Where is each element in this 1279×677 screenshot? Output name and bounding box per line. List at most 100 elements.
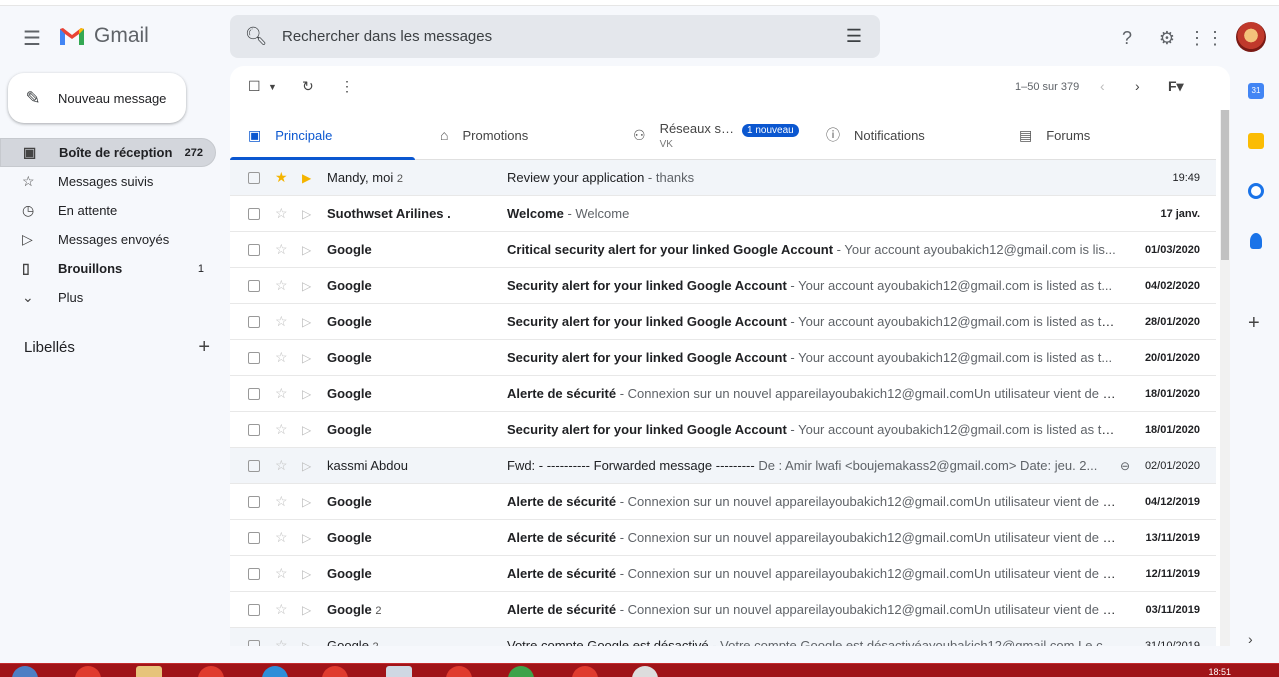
folder-icon[interactable]	[136, 666, 162, 677]
sidebar-item-starred[interactable]: ☆ Messages suivis	[0, 167, 216, 196]
add-label-icon[interactable]: +	[198, 336, 210, 359]
compose-button[interactable]: ✎ Nouveau message	[8, 73, 186, 123]
star-icon[interactable]: ☆	[275, 241, 288, 258]
important-marker-icon[interactable]: ▶	[302, 171, 311, 185]
row-checkbox[interactable]	[248, 459, 260, 472]
important-marker-icon[interactable]: ▷	[302, 351, 311, 365]
hamburger-menu-icon[interactable]: ☰	[20, 26, 44, 50]
email-row[interactable]: ☆ ▷ Google 2 Votre compte Google est désact…	[230, 628, 1216, 646]
keep-icon[interactable]	[1248, 133, 1264, 149]
email-row[interactable]: ☆ ▷ kassmi Abdou Fwd: - ---------- Forward…	[230, 448, 1216, 484]
sidebar-item-more[interactable]: ⌄ Plus	[0, 283, 216, 312]
tab-social[interactable]: ⚇ Réseaux s… 1 nouveau VK	[633, 110, 799, 160]
prev-page-icon[interactable]: ‹	[1100, 78, 1105, 94]
taskbar-app-icon[interactable]	[386, 666, 412, 677]
next-page-icon[interactable]: ›	[1135, 78, 1140, 94]
email-row[interactable]: ☆ ▷ Google 2 Alerte de sécurité - Connexion…	[230, 592, 1216, 628]
settings-gear-icon[interactable]: ⚙	[1155, 26, 1179, 50]
search-options-icon[interactable]: ☰	[828, 26, 880, 47]
sidebar-item-snoozed[interactable]: ◷ En attente	[0, 196, 216, 225]
apps-grid-icon[interactable]: ⋮⋮	[1188, 26, 1224, 50]
email-row[interactable]: ☆ ▷ Google Critical security alert for you…	[230, 232, 1216, 268]
important-marker-icon[interactable]: ▷	[302, 387, 311, 401]
email-row[interactable]: ☆ ▷ Google Security alert for your linked …	[230, 412, 1216, 448]
sidebar-item-inbox[interactable]: ▣ Boîte de réception 272	[0, 138, 216, 167]
input-tools-icon[interactable]: F▾	[1168, 78, 1184, 95]
important-marker-icon[interactable]: ▷	[302, 459, 311, 473]
avatar[interactable]	[1236, 22, 1266, 52]
important-marker-icon[interactable]: ▷	[302, 315, 311, 329]
expand-panel-icon[interactable]: ›	[1248, 631, 1253, 647]
row-checkbox[interactable]	[248, 351, 260, 364]
email-row[interactable]: ☆ ▷ Google Security alert for your linked …	[230, 304, 1216, 340]
row-checkbox[interactable]	[248, 423, 260, 436]
email-row[interactable]: ☆ ▷ Suothwset Arilines . Welcome - Welcome…	[230, 196, 1216, 232]
star-icon[interactable]: ☆	[275, 421, 288, 438]
email-row[interactable]: ☆ ▷ Google Alerte de sécurité - Connexion …	[230, 556, 1216, 592]
attachment-icon[interactable]: ⊖	[1120, 459, 1130, 473]
star-icon[interactable]: ☆	[275, 349, 288, 366]
email-row[interactable]: ☆ ▷ Google Alerte de sécurité - Connexion …	[230, 484, 1216, 520]
search-input[interactable]: Rechercher dans les messages	[282, 28, 828, 45]
chrome-icon[interactable]	[322, 666, 348, 677]
sidebar-item-sent[interactable]: ▷ Messages envoyés	[0, 225, 216, 254]
search-icon[interactable]: 🔍︎	[230, 26, 282, 47]
taskbar-app-icon[interactable]	[632, 666, 658, 677]
important-marker-icon[interactable]: ▷	[302, 207, 311, 221]
tab-promotions[interactable]: ⌂ Promotions	[440, 110, 528, 160]
tab-forums[interactable]: ▤ Forums	[1019, 110, 1090, 160]
row-checkbox[interactable]	[248, 279, 260, 292]
help-icon[interactable]: ?	[1115, 26, 1139, 50]
important-marker-icon[interactable]: ▷	[302, 423, 311, 437]
taskbar-app-icon[interactable]	[508, 666, 534, 677]
email-row[interactable]: ☆ ▷ Google Security alert for your linked …	[230, 340, 1216, 376]
star-icon[interactable]: ☆	[275, 529, 288, 546]
taskbar-app-icon[interactable]	[262, 666, 288, 677]
sidebar-item-drafts[interactable]: ▯ Brouillons 1	[0, 254, 216, 283]
tab-principale[interactable]: ▣ Principale	[248, 110, 332, 160]
calendar-icon[interactable]: 31	[1248, 83, 1264, 99]
star-icon[interactable]: ★	[275, 169, 288, 186]
scrollbar[interactable]	[1220, 110, 1230, 646]
refresh-icon[interactable]: ↻	[302, 78, 314, 95]
row-checkbox[interactable]	[248, 603, 260, 616]
star-icon[interactable]: ☆	[275, 565, 288, 582]
email-row[interactable]: ☆ ▷ Google Alerte de sécurité - Connexion …	[230, 376, 1216, 412]
scrollbar-thumb[interactable]	[1221, 110, 1229, 260]
select-all-checkbox[interactable]: ☐	[248, 78, 261, 95]
contacts-icon[interactable]	[1250, 233, 1262, 249]
row-checkbox[interactable]	[248, 207, 260, 220]
taskbar-app-icon[interactable]	[572, 666, 598, 677]
star-icon[interactable]: ☆	[275, 205, 288, 222]
start-button-icon[interactable]	[12, 666, 38, 677]
star-icon[interactable]: ☆	[275, 313, 288, 330]
important-marker-icon[interactable]: ▷	[302, 243, 311, 257]
important-marker-icon[interactable]: ▷	[302, 279, 311, 293]
taskbar-app-icon[interactable]	[198, 666, 224, 677]
gmail-logo[interactable]: Gmail	[58, 24, 149, 48]
row-checkbox[interactable]	[248, 639, 260, 646]
tasks-icon[interactable]	[1248, 183, 1264, 199]
important-marker-icon[interactable]: ▷	[302, 567, 311, 581]
star-icon[interactable]: ☆	[275, 493, 288, 510]
row-checkbox[interactable]	[248, 243, 260, 256]
star-icon[interactable]: ☆	[275, 601, 288, 618]
row-checkbox[interactable]	[248, 531, 260, 544]
important-marker-icon[interactable]: ▷	[302, 603, 311, 617]
search-bar[interactable]: 🔍︎ Rechercher dans les messages ☰	[230, 15, 880, 58]
important-marker-icon[interactable]: ▷	[302, 531, 311, 545]
important-marker-icon[interactable]: ▷	[302, 495, 311, 509]
email-row[interactable]: ☆ ▷ Google Security alert for your linked …	[230, 268, 1216, 304]
taskbar-app-icon[interactable]	[446, 666, 472, 677]
star-icon[interactable]: ☆	[275, 385, 288, 402]
row-checkbox[interactable]	[248, 567, 260, 580]
email-row[interactable]: ☆ ▷ Google Alerte de sécurité - Connexion …	[230, 520, 1216, 556]
taskbar-app-icon[interactable]	[75, 666, 101, 677]
star-icon[interactable]: ☆	[275, 637, 288, 646]
row-checkbox[interactable]	[248, 171, 260, 184]
important-marker-icon[interactable]: ▷	[302, 639, 311, 647]
select-dropdown-icon[interactable]: ▼	[268, 82, 277, 92]
more-options-icon[interactable]: ⋮	[340, 78, 354, 95]
email-row[interactable]: ★ ▶ Mandy, moi 2 Review your application - …	[230, 160, 1216, 196]
tab-notifications[interactable]: ⓘ Notifications	[826, 110, 925, 160]
